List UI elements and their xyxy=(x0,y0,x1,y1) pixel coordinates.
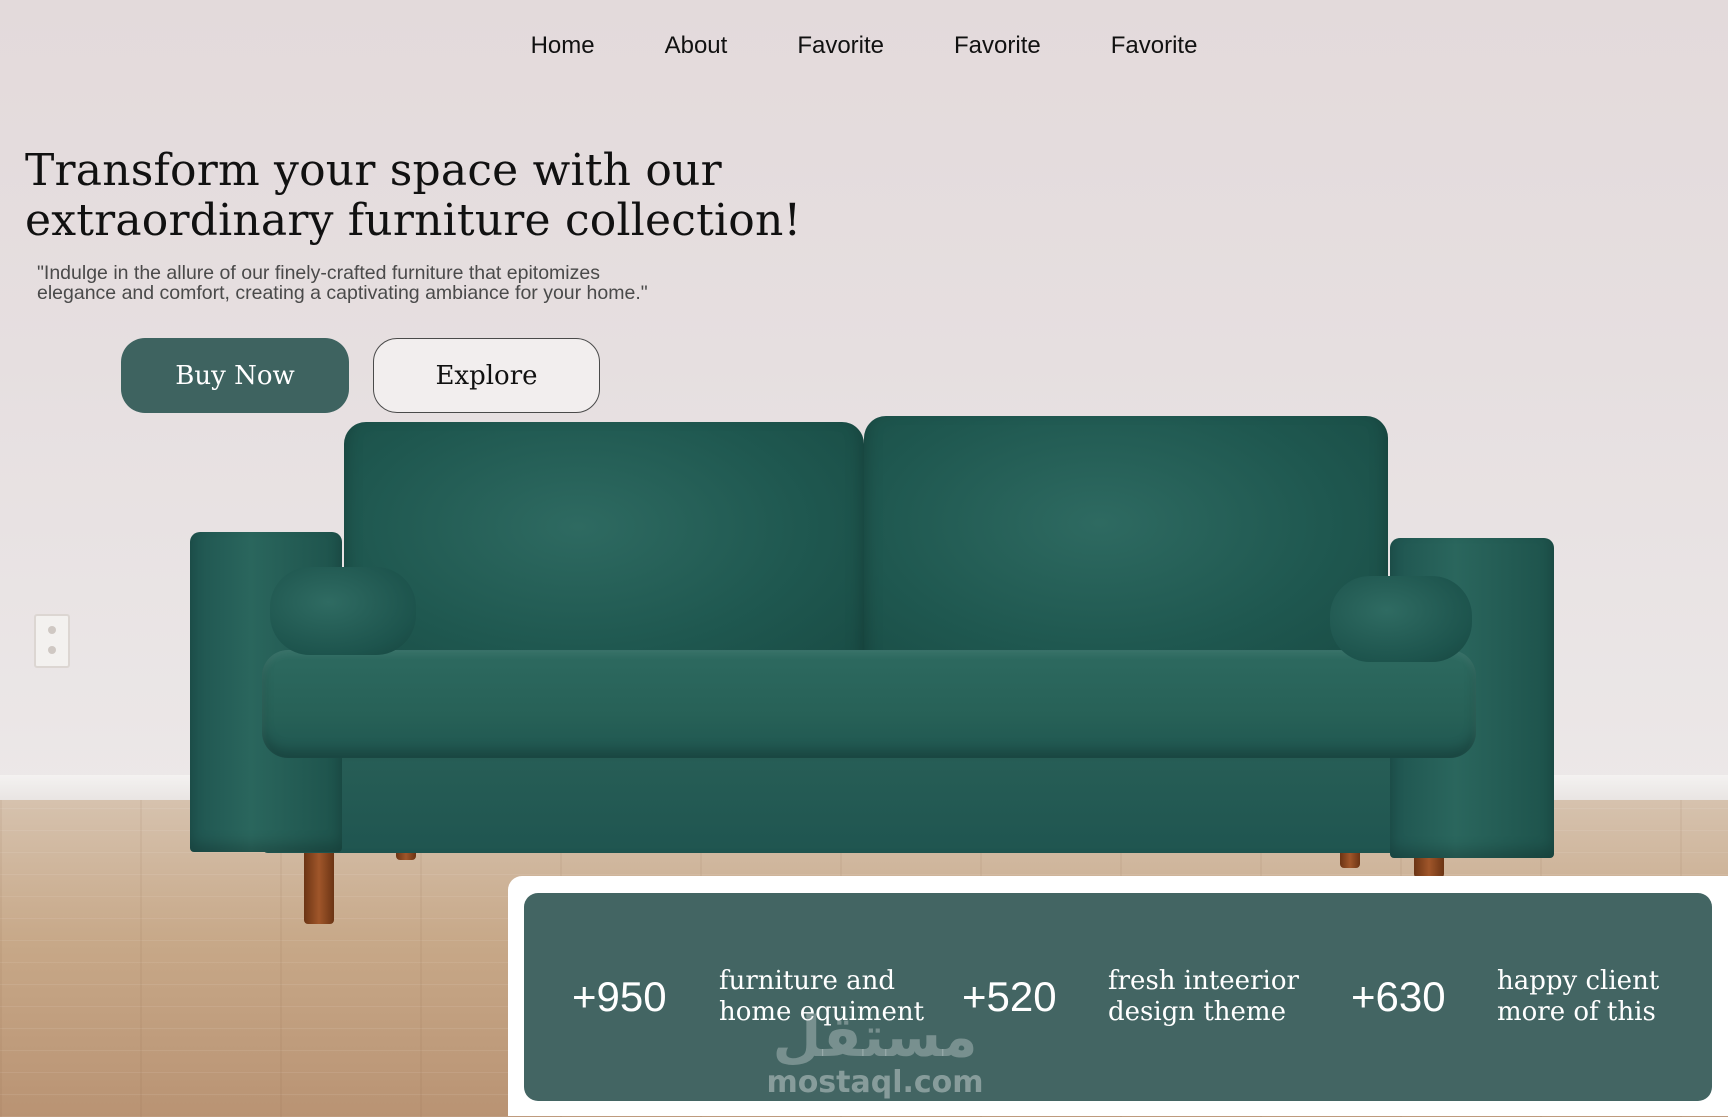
nav-home[interactable]: Home xyxy=(496,26,630,66)
stat-value-furniture: +950 xyxy=(572,973,667,1020)
nav-about[interactable]: About xyxy=(630,26,763,66)
stat-label-line: happy client xyxy=(1497,966,1660,996)
stat-label-line: furniture and xyxy=(719,966,896,996)
sofa-back-cushion-left xyxy=(344,422,864,684)
nav-favorite-2[interactable]: Favorite xyxy=(919,26,1076,66)
main-nav: Home About Favorite Favorite Favorite xyxy=(0,26,1728,66)
nav-favorite-1[interactable]: Favorite xyxy=(762,26,919,66)
hero-title: Transform your space with our extraordin… xyxy=(25,146,925,246)
sofa-bolster-left xyxy=(270,567,416,655)
stat-label-clients: happy client more of this xyxy=(1497,966,1659,1028)
stat-value-design: +520 xyxy=(962,973,1057,1020)
stat-value-clients: +630 xyxy=(1351,973,1446,1020)
hero-subtitle: "Indulge in the allure of our finely-cra… xyxy=(37,263,757,303)
hero-subtitle-line-1: "Indulge in the allure of our finely-cra… xyxy=(37,262,600,284)
hero-title-line-1: Transform your space with our xyxy=(25,145,722,196)
nav-favorite-3[interactable]: Favorite xyxy=(1076,26,1233,66)
buy-now-button[interactable]: Buy Now xyxy=(121,338,349,413)
wall-outlet xyxy=(34,614,70,668)
stat-label-furniture: furniture and home equiment xyxy=(719,966,924,1028)
sofa-seat-cushion xyxy=(262,650,1476,758)
stat-label-line: fresh inteerior xyxy=(1108,966,1299,996)
sofa-bolster-right xyxy=(1330,576,1472,662)
hero-subtitle-line-2: elegance and comfort, creating a captiva… xyxy=(37,282,648,304)
stat-label-line: more of this xyxy=(1497,997,1656,1027)
sofa-back-cushion-right xyxy=(864,416,1388,684)
stat-label-line: design theme xyxy=(1108,997,1286,1027)
hero-title-line-2: extraordinary furniture collection! xyxy=(25,195,802,246)
stat-label-line: home equiment xyxy=(719,997,925,1027)
sofa-base xyxy=(262,745,1484,853)
stat-label-design: fresh inteerior design theme xyxy=(1108,966,1299,1028)
explore-button[interactable]: Explore xyxy=(373,338,600,413)
